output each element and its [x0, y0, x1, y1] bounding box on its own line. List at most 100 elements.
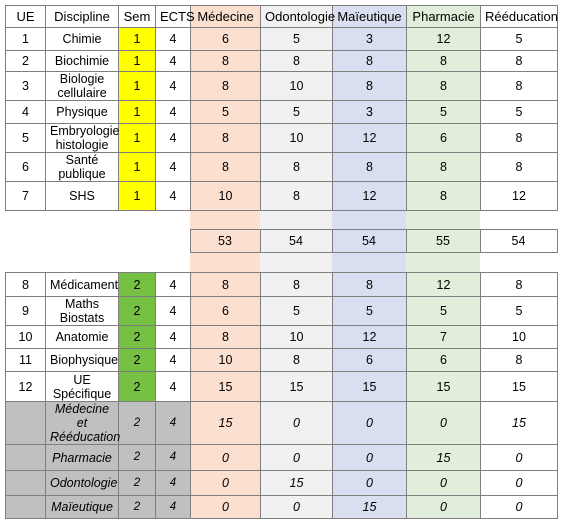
cell-reeducation[interactable]: 12 — [480, 181, 558, 211]
cell-pharmacie[interactable]: 15 — [406, 444, 481, 471]
cell-ects[interactable]: 4 — [155, 71, 191, 101]
cell-maieutique[interactable]: 0 — [332, 401, 407, 445]
cell-medecine[interactable]: 8 — [190, 272, 261, 297]
cell-ects[interactable]: 4 — [155, 181, 191, 211]
cell-odontologie[interactable]: 0 — [260, 401, 333, 445]
cell-odontologie[interactable]: 8 — [260, 181, 333, 211]
cell-maieutique[interactable]: 8 — [332, 71, 407, 101]
cell-maieutique[interactable]: 8 — [332, 272, 407, 297]
cell-odontologie[interactable]: 8 — [260, 272, 333, 297]
cell-sem[interactable]: 1 — [118, 71, 156, 101]
cell-discipline[interactable]: Odontologie — [45, 470, 119, 496]
cell-odontologie[interactable]: 10 — [260, 71, 333, 101]
cell-discipline[interactable]: Médecine et Rééducation — [45, 401, 120, 445]
cell-ects[interactable]: 4 — [155, 296, 191, 326]
cell-reeducation[interactable]: 8 — [480, 272, 558, 297]
cell-ue[interactable]: 7 — [5, 181, 46, 211]
cell-medecine[interactable]: 0 — [190, 470, 261, 496]
cell-maieutique[interactable]: 8 — [332, 50, 407, 72]
cell-ue[interactable]: 10 — [5, 325, 46, 349]
cell-sem[interactable]: 1 — [118, 181, 156, 211]
cell-medecine[interactable]: 6 — [190, 27, 261, 51]
cell-pharmacie[interactable]: 6 — [406, 348, 481, 372]
cell-medecine[interactable]: 15 — [190, 371, 261, 402]
cell-sem[interactable]: 1 — [118, 152, 156, 182]
cell-reeducation[interactable]: 15 — [480, 371, 558, 402]
cell-ects[interactable]: 4 — [155, 100, 191, 124]
cell-odontologie[interactable]: 8 — [260, 50, 333, 72]
cell-reeducation[interactable]: 8 — [480, 71, 558, 101]
cell-maieutique[interactable]: 0 — [332, 444, 407, 471]
cell-ects[interactable]: 4 — [155, 371, 191, 402]
cell-odontologie[interactable]: 0 — [260, 444, 333, 471]
cell-medecine[interactable]: 10 — [190, 181, 261, 211]
cell-sem[interactable]: 2 — [118, 470, 156, 496]
cell-ue[interactable]: 8 — [5, 272, 46, 297]
cell-pharmacie[interactable]: 8 — [406, 152, 481, 182]
cell-medecine[interactable]: 10 — [190, 348, 261, 372]
cell-ects[interactable]: 4 — [155, 325, 191, 349]
cell-maieutique[interactable]: 15 — [332, 495, 407, 519]
cell-sem[interactable]: 2 — [118, 444, 156, 471]
cell-odontologie[interactable]: 5 — [260, 27, 333, 51]
cell-maieutique[interactable]: 0 — [332, 470, 407, 496]
cell-reeducation[interactable]: 15 — [480, 401, 558, 445]
cell-maieutique[interactable]: 8 — [332, 152, 407, 182]
cell-pharmacie[interactable]: 5 — [406, 296, 481, 326]
cell-ects[interactable]: 4 — [155, 495, 191, 519]
cell-medecine[interactable]: 8 — [190, 50, 261, 72]
cell-reeducation[interactable]: 0 — [480, 470, 558, 496]
cell-reeducation[interactable]: 0 — [480, 495, 558, 519]
cell-sem[interactable]: 1 — [118, 123, 156, 153]
cell-odontologie[interactable]: 10 — [260, 123, 333, 153]
cell-ue[interactable]: 9 — [5, 296, 46, 326]
cell-odontologie[interactable]: 10 — [260, 325, 333, 349]
cell-ue[interactable] — [5, 444, 46, 471]
cell-maieutique[interactable]: 12 — [332, 325, 407, 349]
cell-pharmacie[interactable]: 12 — [406, 27, 481, 51]
cell-reeducation[interactable]: 10 — [480, 325, 558, 349]
cell-discipline[interactable]: Pharmacie — [45, 444, 119, 471]
cell-pharmacie[interactable]: 8 — [406, 50, 481, 72]
cell-ects[interactable]: 4 — [155, 348, 191, 372]
cell-pharmacie[interactable]: 0 — [406, 470, 481, 496]
cell-ects[interactable]: 4 — [155, 444, 191, 471]
cell-medecine[interactable]: 0 — [190, 495, 261, 519]
cell-ue[interactable]: 12 — [5, 371, 46, 402]
cell-ects[interactable]: 4 — [155, 123, 191, 153]
cell-sem[interactable]: 2 — [118, 401, 156, 445]
cell-ects[interactable]: 4 — [155, 152, 191, 182]
cell-medecine[interactable]: 5 — [190, 100, 261, 124]
cell-ue[interactable] — [5, 495, 46, 519]
cell-ue[interactable] — [5, 470, 46, 496]
cell-ue[interactable]: 4 — [5, 100, 46, 124]
cell-maieutique[interactable]: 6 — [332, 348, 407, 372]
cell-discipline[interactable]: Embryologie histologie — [45, 123, 119, 153]
cell-maieutique[interactable]: 3 — [332, 100, 407, 124]
cell-discipline[interactable]: UE Spécifique — [45, 371, 119, 402]
cell-maieutique[interactable]: 12 — [332, 123, 407, 153]
cell-odontologie[interactable]: 15 — [260, 371, 333, 402]
cell-maieutique[interactable]: 15 — [332, 371, 407, 402]
cell-reeducation[interactable]: 8 — [480, 152, 558, 182]
cell-pharmacie[interactable]: 7 — [406, 325, 481, 349]
cell-ue[interactable] — [5, 401, 46, 445]
cell-sem[interactable]: 2 — [118, 371, 156, 402]
cell-discipline[interactable]: Biochimie — [45, 50, 119, 72]
cell-sem[interactable]: 1 — [118, 27, 156, 51]
cell-maieutique[interactable]: 12 — [332, 181, 407, 211]
cell-medecine[interactable]: 6 — [190, 296, 261, 326]
cell-discipline[interactable]: Biologie cellulaire — [45, 71, 119, 101]
cell-ects[interactable]: 4 — [155, 50, 191, 72]
cell-reeducation[interactable]: 0 — [480, 444, 558, 471]
cell-odontologie[interactable]: 8 — [260, 152, 333, 182]
cell-ects[interactable]: 4 — [155, 272, 191, 297]
cell-pharmacie[interactable]: 8 — [406, 71, 481, 101]
cell-discipline[interactable]: Médicament — [45, 272, 119, 297]
cell-pharmacie[interactable]: 5 — [406, 100, 481, 124]
cell-reeducation[interactable]: 5 — [480, 100, 558, 124]
cell-ue[interactable]: 1 — [5, 27, 46, 51]
cell-maieutique[interactable]: 5 — [332, 296, 407, 326]
cell-pharmacie[interactable]: 0 — [406, 495, 481, 519]
cell-sem[interactable]: 1 — [118, 50, 156, 72]
